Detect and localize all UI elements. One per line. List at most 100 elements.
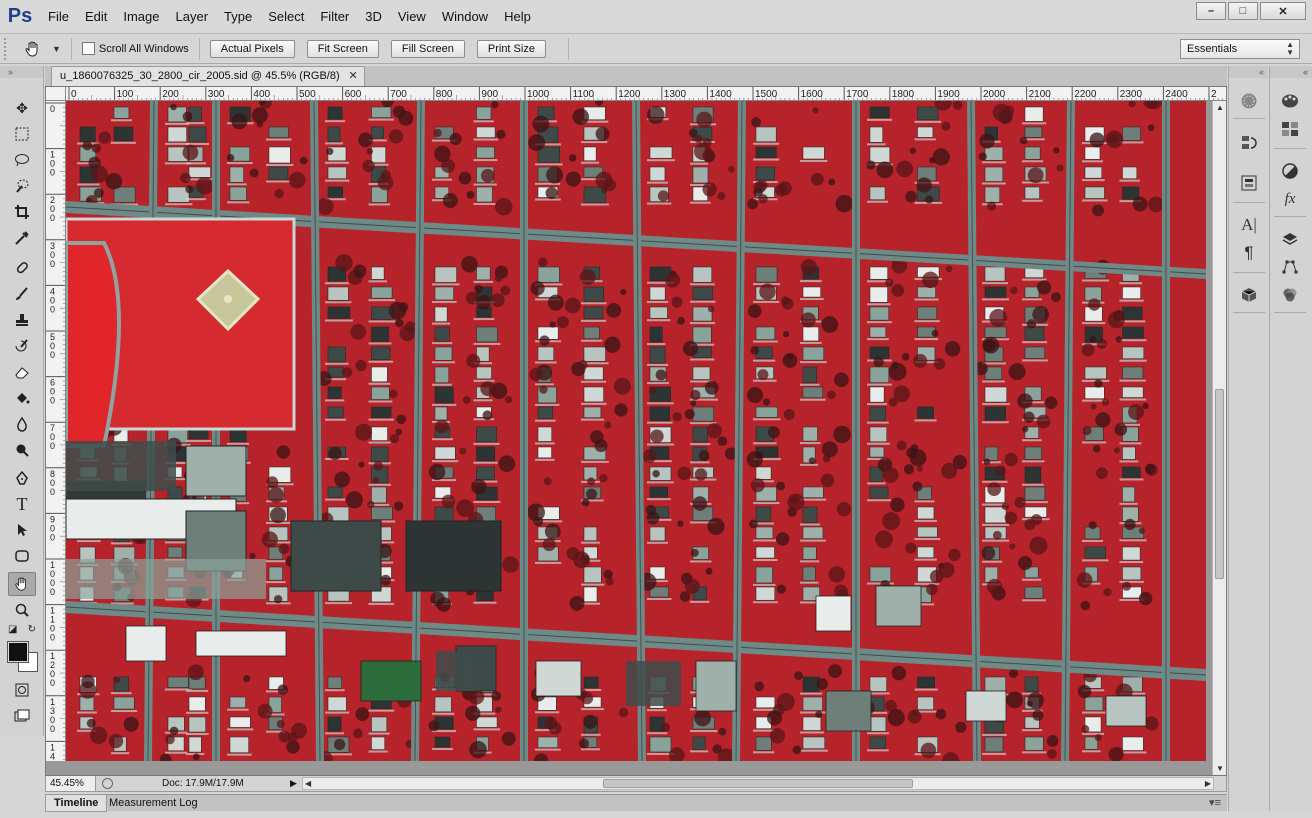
path-select-icon[interactable]: [8, 518, 36, 542]
fit-screen-button[interactable]: Fit Screen: [306, 39, 379, 58]
default-colors-icon[interactable]: ◪: [8, 624, 17, 635]
panel-menu-icon[interactable]: ▾≡: [1209, 796, 1221, 809]
lasso-icon[interactable]: [8, 148, 36, 172]
color-palette-icon[interactable]: [1278, 90, 1302, 112]
document-title: u_1860076325_30_2800_cir_2005.sid @ 45.5…: [60, 70, 340, 82]
brush-icon[interactable]: [8, 282, 36, 306]
ruler-h-label: 1300: [664, 89, 687, 100]
ruler-h-label: 2400: [1165, 89, 1188, 100]
ruler-h-label: 1100: [573, 89, 595, 100]
collapse-panel-icon[interactable]: «: [1270, 66, 1312, 78]
minimize-button[interactable]: –: [1196, 2, 1226, 20]
vertical-ruler[interactable]: 0 100 200 300 400 500 600 700 800 900 1000 1100 1200…: [46, 101, 66, 761]
status-menu-arrow-icon[interactable]: ▶: [290, 776, 297, 791]
ruler-v-label: 500: [50, 332, 55, 360]
workspace-select[interactable]: Essentials ▲ ▼: [1180, 39, 1300, 59]
checkbox-box[interactable]: [81, 42, 95, 55]
swatches-icon[interactable]: [1278, 118, 1302, 140]
adjustments-icon[interactable]: [1278, 160, 1302, 182]
zoom-icon[interactable]: [8, 598, 36, 622]
horizontal-ruler[interactable]: 0 100 200 300 400 500 600 700 800 900 1000 1100 1200…: [66, 87, 1226, 101]
separator: [1233, 272, 1265, 273]
ruler-origin[interactable]: [46, 87, 66, 101]
ruler-v-label: 600: [50, 378, 55, 406]
layers-icon[interactable]: [1278, 228, 1302, 250]
clone-stamp-icon[interactable]: [8, 308, 36, 332]
print-size-button[interactable]: Print Size: [476, 39, 546, 58]
menu-window[interactable]: Window: [434, 0, 496, 34]
scroll-right-arrow-icon[interactable]: ▶: [1205, 779, 1211, 788]
options-grip[interactable]: [4, 37, 10, 60]
separator: [1233, 118, 1265, 119]
eraser-icon[interactable]: [8, 360, 36, 384]
fill-screen-button[interactable]: Fill Screen: [390, 39, 465, 58]
menu-edit[interactable]: Edit: [77, 0, 115, 34]
scroll-all-windows-checkbox[interactable]: Scroll All Windows: [81, 42, 189, 55]
ruler-h-label: 1200: [618, 89, 641, 100]
hand-tool-preset-icon[interactable]: [22, 38, 44, 60]
actual-pixels-button[interactable]: Actual Pixels: [209, 39, 295, 58]
healing-brush-icon[interactable]: [8, 256, 36, 280]
maximize-button[interactable]: □: [1228, 2, 1258, 20]
close-button[interactable]: ✕: [1260, 2, 1306, 20]
collapse-panel-icon[interactable]: «: [1229, 66, 1268, 78]
move-icon[interactable]: ✥: [8, 96, 36, 120]
menu-help[interactable]: Help: [496, 0, 539, 34]
quick-select-icon[interactable]: [8, 174, 36, 198]
pen-icon[interactable]: [8, 466, 36, 490]
collapse-panel-icon[interactable]: »: [0, 66, 43, 78]
chevron-down-icon[interactable]: ▼: [52, 44, 61, 54]
hand-icon[interactable]: [8, 572, 36, 596]
history-icon[interactable]: [1237, 132, 1261, 154]
scroll-up-arrow-icon[interactable]: ▲: [1216, 103, 1224, 112]
swap-arrow-icon[interactable]: ↻: [28, 624, 36, 635]
ruler-v-label: 1200: [50, 651, 55, 688]
horizontal-scrollbar[interactable]: ◀ ▶: [302, 777, 1214, 790]
menu-file[interactable]: File: [40, 0, 77, 34]
paint-bucket-icon[interactable]: [8, 386, 36, 410]
tab-timeline[interactable]: Timeline: [45, 795, 108, 812]
status-info-icon[interactable]: [102, 778, 113, 789]
channels-icon[interactable]: [1278, 284, 1302, 306]
styles-fx-icon[interactable]: fx: [1278, 188, 1302, 210]
blur-icon[interactable]: [8, 412, 36, 436]
menu-type[interactable]: Type: [216, 0, 260, 34]
history-brush-icon[interactable]: [8, 334, 36, 358]
image-canvas[interactable]: [66, 101, 1206, 761]
tab-measurement-log[interactable]: Measurement Log: [101, 795, 206, 812]
shape-icon[interactable]: [8, 544, 36, 568]
menu-view[interactable]: View: [390, 0, 434, 34]
document-tab[interactable]: u_1860076325_30_2800_cir_2005.sid @ 45.5…: [51, 66, 365, 86]
menu-layer[interactable]: Layer: [168, 0, 217, 34]
ruler-v-label: 700: [50, 423, 55, 451]
eyedropper-icon[interactable]: [8, 226, 36, 250]
properties-icon[interactable]: [1237, 172, 1261, 194]
type-icon[interactable]: T: [8, 492, 36, 516]
paragraph-icon[interactable]: ¶: [1237, 242, 1261, 264]
menu-3d[interactable]: 3D: [357, 0, 390, 34]
menu-filter[interactable]: Filter: [312, 0, 357, 34]
ruler-h-label: 900: [481, 89, 498, 100]
menu-image[interactable]: Image: [115, 0, 167, 34]
3d-icon[interactable]: [1237, 284, 1261, 306]
crop-icon[interactable]: [8, 200, 36, 224]
dodge-icon[interactable]: [8, 438, 36, 462]
swap-colors-icon[interactable]: ◪ ↻: [8, 622, 36, 636]
scroll-down-arrow-icon[interactable]: ▼: [1216, 764, 1224, 773]
zoom-level-field[interactable]: 45.45%: [46, 776, 96, 791]
ruler-h-label: 800: [436, 89, 453, 100]
menu-select[interactable]: Select: [260, 0, 312, 34]
navigator-icon[interactable]: [1237, 90, 1261, 112]
vertical-scrollbar[interactable]: ▲ ▼: [1212, 101, 1226, 775]
paths-icon[interactable]: [1278, 256, 1302, 278]
screen-mode-icon[interactable]: [8, 704, 36, 728]
horizontal-scroll-thumb[interactable]: [603, 779, 913, 788]
character-icon[interactable]: A|: [1237, 214, 1261, 236]
foreground-color-swatch[interactable]: [7, 641, 29, 663]
marquee-icon[interactable]: [8, 122, 36, 146]
quick-mask-icon[interactable]: [8, 678, 36, 702]
aerial-photo: [66, 101, 1206, 761]
close-icon[interactable]: ✕: [348, 67, 357, 86]
scroll-left-arrow-icon[interactable]: ◀: [305, 779, 311, 788]
vertical-scroll-thumb[interactable]: [1215, 389, 1224, 579]
